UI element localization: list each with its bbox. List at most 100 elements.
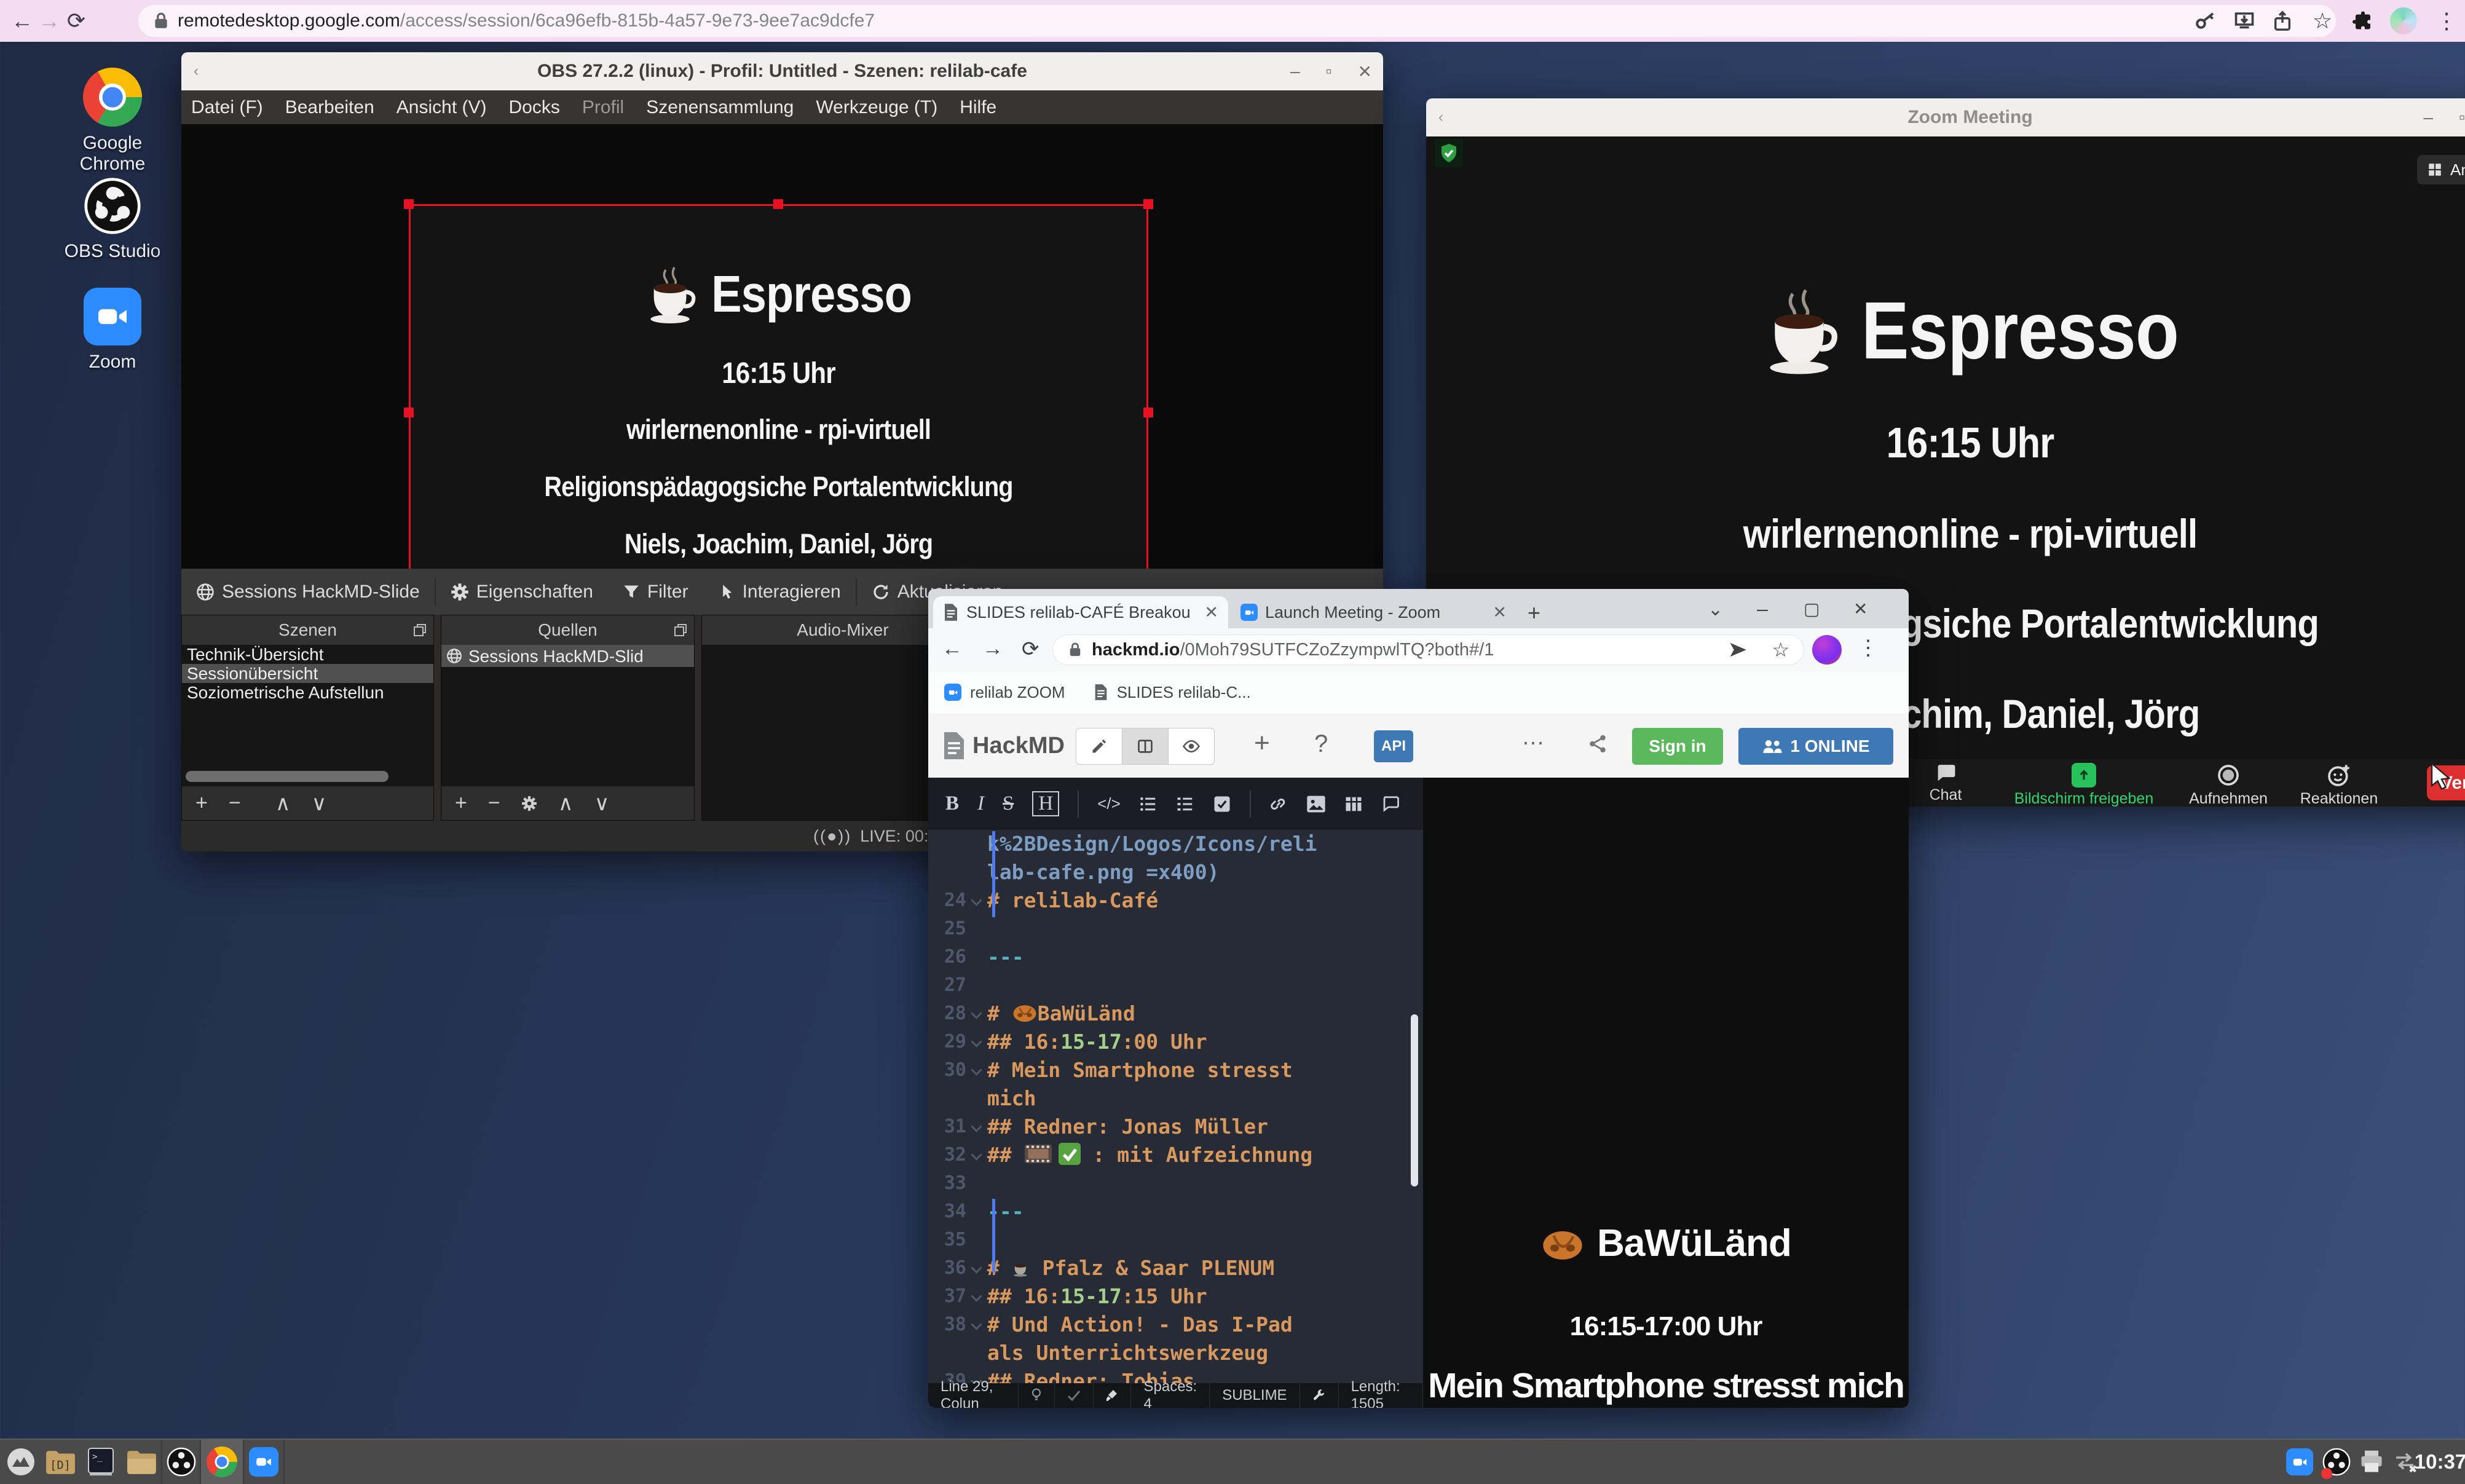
extensions-icon[interactable] (2352, 10, 2374, 32)
back-icon[interactable]: ← (9, 7, 36, 34)
popout-icon[interactable] (673, 623, 688, 637)
menu-datei[interactable]: Datei (F) (191, 97, 263, 118)
reload-icon[interactable]: ⟳ (63, 7, 90, 34)
scene-item[interactable]: Technik-Übersicht (182, 645, 433, 664)
menu-bearbeiten[interactable]: Bearbeiten (285, 97, 374, 118)
menu-werkzeuge[interactable]: Werkzeuge (T) (816, 97, 937, 118)
menu-szenensammlung[interactable]: Szenensammlung (646, 97, 794, 118)
scenes-panel-header[interactable]: Szenen (182, 615, 433, 645)
browser-tab[interactable]: Launch Meeting - Zoom ✕ (1231, 596, 1516, 628)
remove-scene-button[interactable]: − (229, 791, 241, 815)
code-button[interactable]: </> (1097, 794, 1121, 813)
profile-avatar[interactable] (2390, 7, 2417, 34)
zoom-minimize-button[interactable]: – (2423, 108, 2433, 127)
share-screen-button[interactable]: Bildschirm freigeben (2010, 763, 2158, 808)
new-note-button[interactable]: + (1254, 728, 1270, 759)
markdown-editor[interactable]: k%2BDesign/Logos/Icons/reli lab-cafe.png… (928, 830, 1423, 1383)
interact-button[interactable]: Interagieren (703, 569, 856, 615)
tray-printer[interactable] (2354, 1440, 2389, 1484)
taskbar-window-zoom[interactable] (243, 1440, 285, 1484)
heading-button[interactable]: H (1032, 791, 1059, 816)
scene-up-button[interactable]: ∧ (275, 791, 291, 816)
online-users-button[interactable]: 1 ONLINE (1738, 728, 1893, 765)
properties-button[interactable]: Eigenschaften (436, 569, 608, 615)
forward-icon[interactable]: → (982, 637, 1003, 661)
add-scene-button[interactable]: + (195, 791, 208, 815)
source-properties-icon[interactable] (521, 795, 537, 811)
sources-panel-header[interactable]: Quellen (441, 615, 694, 645)
desktop-icon-chrome[interactable]: Google Chrome (54, 68, 171, 175)
link-button[interactable] (1269, 795, 1288, 813)
scene-item-selected[interactable]: Sessionübersicht (182, 664, 433, 683)
help-button[interactable]: ? (1314, 730, 1328, 758)
source-item-selected[interactable]: Sessions HackMD-Slid (441, 645, 694, 667)
source-down-button[interactable]: ∨ (594, 791, 610, 816)
menu-profil[interactable]: Profil (582, 97, 624, 118)
profile-avatar[interactable] (1812, 635, 1842, 665)
obs-close-button[interactable]: ✕ (1358, 61, 1372, 82)
brush-icon[interactable] (1094, 1383, 1131, 1408)
bookmark-star-icon[interactable]: ☆ (1772, 638, 1789, 661)
view-button[interactable]: Anze (2417, 155, 2465, 184)
zoom-titlebar[interactable]: ‹ Zoom Meeting – ▫ (1426, 98, 2465, 136)
comment-button[interactable] (1381, 795, 1400, 813)
share-icon[interactable] (2272, 10, 2293, 32)
taskbar-launcher-home[interactable] (1, 1440, 41, 1484)
new-tab-button[interactable]: + (1528, 600, 1540, 626)
resize-handle[interactable] (1143, 199, 1153, 209)
scene-item[interactable]: Soziometrische Aufstellun (182, 683, 433, 702)
key-icon[interactable] (2195, 10, 2217, 32)
table-button[interactable] (1344, 795, 1363, 813)
forward-icon[interactable]: → (36, 7, 63, 34)
tray-zoom[interactable] (2282, 1440, 2317, 1484)
checkbox-button[interactable] (1213, 795, 1231, 813)
taskbar-files[interactable] (122, 1440, 161, 1484)
editor-scrollbar[interactable] (1411, 1014, 1418, 1186)
address-bar[interactable]: remotedesktop.google.com/access/session/… (138, 5, 2336, 37)
share-nodes-icon[interactable] (1587, 732, 1608, 756)
horizontal-scrollbar[interactable] (186, 771, 388, 782)
tab-close-icon[interactable]: ✕ (1493, 603, 1507, 622)
zoom-maximize-button[interactable]: ▫ (2459, 108, 2465, 127)
reactions-button[interactable]: Reaktionen (2265, 763, 2413, 808)
taskbar-clock[interactable]: 10:37 (2416, 1440, 2465, 1484)
send-icon[interactable] (1729, 641, 1747, 659)
preview-mode-button[interactable] (1169, 728, 1214, 764)
browser-menu-icon[interactable]: ⋮ (1858, 636, 1879, 660)
obs-preview-canvas[interactable]: Espresso 16:15 Uhr wirlernenonline - rpi… (181, 124, 1383, 569)
reload-icon[interactable]: ⟳ (1022, 637, 1039, 661)
install-icon[interactable] (2233, 10, 2256, 32)
resize-handle[interactable] (404, 408, 414, 417)
italic-button[interactable]: I (977, 792, 984, 815)
sign-in-button[interactable]: Sign in (1632, 728, 1723, 765)
image-button[interactable] (1306, 795, 1326, 813)
bookmark-item[interactable]: SLIDES relilab-C... (1117, 683, 1251, 702)
indent-setting[interactable]: Spaces: 4 (1131, 1383, 1210, 1408)
star-icon[interactable]: ☆ (2309, 7, 2336, 34)
taskbar-window-chrome-active[interactable] (200, 1440, 243, 1484)
doc-length[interactable]: Length: 1505 (1339, 1383, 1423, 1408)
security-shield-icon[interactable] (1435, 139, 1463, 167)
menu-hilfe[interactable]: Hilfe (960, 97, 996, 118)
edit-mode-button[interactable] (1076, 728, 1122, 764)
obs-source-selection-frame[interactable]: Espresso 16:15 Uhr wirlernenonline - rpi… (409, 204, 1148, 569)
filter-button[interactable]: Filter (608, 569, 703, 615)
keymap-setting[interactable]: SUBLIME (1210, 1383, 1300, 1408)
desktop-icon-zoom[interactable]: Zoom (54, 288, 171, 373)
desktop-icon-obs[interactable]: OBS Studio (54, 177, 171, 262)
remove-source-button[interactable]: − (488, 791, 500, 815)
taskbar-screenshot-folder[interactable]: [D] (41, 1440, 80, 1484)
resize-handle[interactable] (1143, 408, 1153, 417)
tab-close-icon[interactable]: ✕ (1204, 603, 1218, 622)
source-up-button[interactable]: ∧ (558, 791, 574, 816)
browser-tab-active[interactable]: SLIDES relilab-CAFÉ Breakou ✕ (933, 596, 1228, 628)
slide-preview-pane[interactable]: BaWüLänd 16:15-17:00 Uhr Mein Smartphone… (1423, 778, 1909, 1408)
obs-titlebar[interactable]: ‹ OBS 27.2.2 (linux) - Profil: Untitled … (181, 52, 1383, 90)
menu-docks[interactable]: Docks (509, 97, 560, 118)
cursor-position[interactable]: Line 29, Colun (928, 1383, 1019, 1408)
api-badge[interactable]: API (1374, 730, 1413, 762)
browser-menu-icon[interactable]: ⋮ (2433, 7, 2460, 34)
split-mode-button-active[interactable] (1122, 728, 1169, 764)
tray-obs-recording[interactable] (2319, 1440, 2354, 1484)
back-icon[interactable]: ← (942, 637, 963, 661)
